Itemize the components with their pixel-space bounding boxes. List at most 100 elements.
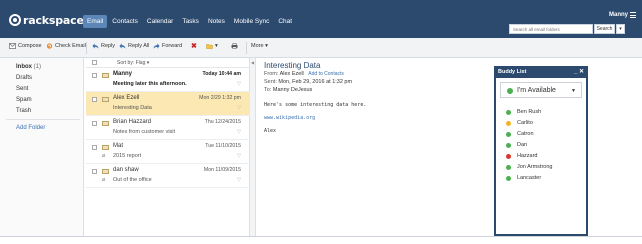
buddy-name: Carlito xyxy=(517,120,533,126)
print-button[interactable] xyxy=(231,43,240,49)
availability-dropdown[interactable]: I'm Available ▼ xyxy=(500,82,582,98)
search-button[interactable]: Search xyxy=(594,24,615,34)
forward-button[interactable]: Forward xyxy=(153,43,182,49)
delete-icon[interactable]: ✖ xyxy=(191,42,197,50)
more-label: More xyxy=(251,43,264,49)
presence-dot-icon xyxy=(506,164,511,170)
toolbar-divider xyxy=(86,42,87,54)
flag-icon[interactable]: ▽ xyxy=(237,105,241,111)
buddy-list-header[interactable]: Buddy List _ ✕ xyxy=(494,66,588,78)
envelope-icon xyxy=(102,73,109,78)
message-date: Mon 11/09/2015 xyxy=(203,167,241,173)
buddy-item[interactable]: Lancaster xyxy=(506,175,541,181)
folder-divider xyxy=(6,119,80,120)
add-folder-link[interactable]: Add Folder xyxy=(16,125,45,131)
more-menu-button[interactable]: More ▾ xyxy=(251,43,268,49)
sort-by-dropdown[interactable]: Sort by: Flag ▾ xyxy=(117,60,149,66)
envelope-open-icon xyxy=(102,121,109,126)
message-row[interactable]: Brian Hazzard Thu 12/24/2015 Notes from … xyxy=(86,116,250,140)
buddy-item[interactable]: Dan xyxy=(506,142,527,148)
email-body-text: Here's some interesting data here. xyxy=(264,102,367,108)
folder-inbox[interactable]: Inbox (1) xyxy=(16,64,41,70)
folder-label: Inbox xyxy=(16,64,32,70)
top-navigation-bar: rackspace Email Contacts Calendar Tasks … xyxy=(0,0,642,38)
from-label: From: xyxy=(264,71,279,77)
status-available-icon xyxy=(507,88,513,94)
recipient-name[interactable]: Manny DeJesus xyxy=(273,87,312,93)
check-email-label: Check Email xyxy=(55,43,86,49)
flag-icon[interactable]: ▽ xyxy=(237,129,241,135)
nav-contacts[interactable]: Contacts xyxy=(108,15,142,28)
message-date: Today 10:44 am xyxy=(202,71,241,77)
hamburger-menu-icon[interactable] xyxy=(630,12,636,18)
message-sender: dan shaw xyxy=(113,167,139,173)
add-to-contacts-link[interactable]: Add to Contacts xyxy=(308,71,344,77)
reply-all-button[interactable]: Reply All xyxy=(119,43,149,49)
reply-icon xyxy=(92,43,99,49)
folder-trash[interactable]: Trash xyxy=(16,108,31,114)
check-email-button[interactable]: Check Email xyxy=(46,43,86,49)
search-input[interactable] xyxy=(509,24,593,34)
message-date: Tue 11/10/2015 xyxy=(205,143,241,149)
search-options-dropdown[interactable]: ▾ xyxy=(616,24,625,34)
collapse-arrow-icon[interactable]: ◀ xyxy=(251,60,255,68)
forward-label: Forward xyxy=(162,43,183,49)
brand-name: rackspace xyxy=(23,13,84,27)
select-all-checkbox[interactable] xyxy=(92,60,97,65)
message-row[interactable]: dan shaw Mon 11/09/2015 ⌀ Out of the off… xyxy=(86,164,250,188)
chevron-down-icon: ▾ xyxy=(265,43,268,49)
message-sender: Mat xyxy=(113,143,124,149)
folder-pane: Inbox (1) Drafts Sent Spam Trash Add Fol… xyxy=(0,58,84,236)
nav-chat[interactable]: Chat xyxy=(274,15,296,28)
email-sent-line: Sent: Mon, Feb 29, 2016 at 1:32 pm xyxy=(264,79,352,85)
toolbar-divider xyxy=(246,42,247,54)
presence-dot-icon xyxy=(506,153,511,159)
compose-button[interactable]: Compose xyxy=(9,43,42,49)
user-name[interactable]: Manny xyxy=(609,12,628,18)
nav-notes[interactable]: Notes xyxy=(204,15,229,28)
buddy-name: Ben Rush xyxy=(517,109,542,115)
message-checkbox[interactable] xyxy=(92,145,97,150)
move-to-folder-button[interactable]: ▾ xyxy=(206,43,218,49)
message-checkbox[interactable] xyxy=(92,97,97,102)
rackspace-logo[interactable]: rackspace xyxy=(9,13,84,27)
buddy-item[interactable]: Catron xyxy=(506,131,534,137)
folder-spam[interactable]: Spam xyxy=(16,97,32,103)
folder-sent[interactable]: Sent xyxy=(16,86,28,92)
buddy-name: Dan xyxy=(517,142,528,148)
flag-icon[interactable]: ▽ xyxy=(237,81,241,87)
compose-icon xyxy=(9,43,16,49)
buddy-item[interactable]: Ben Rush xyxy=(506,109,541,115)
message-checkbox[interactable] xyxy=(92,121,97,126)
email-body-link[interactable]: www.wikipedia.org xyxy=(264,115,315,121)
chevron-down-icon: ▾ xyxy=(215,43,218,49)
envelope-open-icon xyxy=(102,97,109,102)
main-nav: Email Contacts Calendar Tasks Notes Mobi… xyxy=(83,15,297,28)
nav-email[interactable]: Email xyxy=(83,15,108,28)
message-subject: 2015 report xyxy=(113,153,142,159)
message-subject: Notes from customer visit xyxy=(113,129,176,135)
availability-label: I'm Available xyxy=(517,87,556,94)
minimize-close-icons[interactable]: _ ✕ xyxy=(574,68,584,75)
flag-icon[interactable]: ▽ xyxy=(237,153,241,159)
message-checkbox[interactable] xyxy=(92,169,97,174)
folder-drafts[interactable]: Drafts xyxy=(16,75,32,81)
buddy-list-panel: Buddy List _ ✕ I'm Available ▼ Ben Rush … xyxy=(494,66,588,236)
buddy-item[interactable]: Carlito xyxy=(506,120,533,126)
message-subject: Meeting later this afternoon. xyxy=(113,81,187,87)
buddy-name: Hazzard xyxy=(517,153,538,159)
printer-icon xyxy=(231,43,238,49)
reply-button[interactable]: Reply xyxy=(92,43,115,49)
message-row[interactable]: Manny Today 10:44 am Meeting later this … xyxy=(86,68,250,92)
nav-calendar[interactable]: Calendar xyxy=(143,15,177,28)
buddy-item[interactable]: Jon Armstrong xyxy=(506,164,552,170)
message-row-selected[interactable]: Alex Ezell Mon 2/29 1:32 pm Interesting … xyxy=(86,92,250,116)
message-row[interactable]: Mat Tue 11/10/2015 ⌀ 2015 report ▽ xyxy=(86,140,250,164)
flag-icon[interactable]: ▽ xyxy=(237,177,241,183)
nav-tasks[interactable]: Tasks xyxy=(178,15,203,28)
message-list: Sort by: Flag ▾ Manny Today 10:44 am Mee… xyxy=(86,58,250,236)
message-checkbox[interactable] xyxy=(92,73,97,78)
sender-name[interactable]: Alex Ezell xyxy=(280,71,304,77)
nav-mobile-sync[interactable]: Mobile Sync xyxy=(230,15,273,28)
buddy-item[interactable]: Hazzard xyxy=(506,153,537,159)
